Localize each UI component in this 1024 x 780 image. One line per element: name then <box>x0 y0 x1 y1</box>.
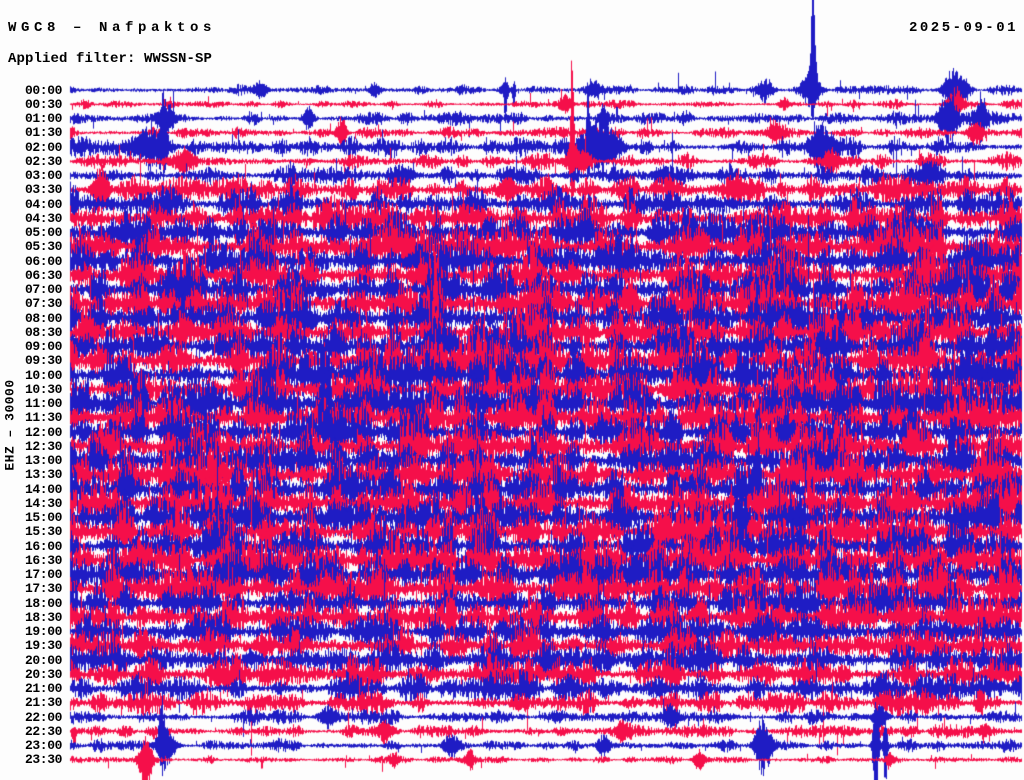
time-label: 22:00 <box>24 709 62 725</box>
time-label: 03:30 <box>24 182 62 198</box>
time-label: 20:30 <box>24 666 62 682</box>
time-label: 16:30 <box>24 552 62 568</box>
time-label: 21:30 <box>24 695 62 711</box>
time-label: 11:30 <box>24 410 62 426</box>
time-label: 03:00 <box>24 168 62 183</box>
time-label: 23:30 <box>24 752 62 768</box>
date-label: 2025-09-01 <box>908 20 1018 36</box>
time-label: 14:30 <box>24 495 62 511</box>
time-label: 11:00 <box>24 396 62 411</box>
time-label: 15:30 <box>24 524 62 540</box>
time-label: 09:00 <box>24 339 62 354</box>
time-label: 01:30 <box>24 125 62 141</box>
time-label: 10:00 <box>24 367 62 383</box>
time-label: 21:00 <box>24 681 62 696</box>
time-label: 22:30 <box>24 723 62 739</box>
time-label: 10:30 <box>24 381 62 397</box>
time-label: 00:00 <box>24 82 62 98</box>
time-label: 13:30 <box>24 467 62 483</box>
time-label: 04:30 <box>24 210 62 226</box>
time-label: 08:30 <box>24 324 62 340</box>
heliplot-page: WGC8 – Nafpaktos Applied filter: WWSSN-S… <box>0 0 1024 780</box>
time-label: 12:00 <box>24 424 62 440</box>
time-label: 12:30 <box>24 438 62 454</box>
time-label: 23:00 <box>24 738 62 753</box>
time-label: 07:30 <box>24 296 62 312</box>
time-label: 07:00 <box>24 282 62 297</box>
time-label: 09:30 <box>24 353 62 369</box>
time-label: 06:00 <box>24 253 62 269</box>
time-label: 19:30 <box>24 638 62 654</box>
time-axis: 00:00 00:30 01:00 01:30 02:00 02:30 03:00 03:30… <box>0 0 64 780</box>
time-label: 16:00 <box>24 538 62 554</box>
time-label: 18:00 <box>24 595 62 611</box>
time-label: 18:30 <box>24 609 62 625</box>
time-label: 06:30 <box>24 267 62 283</box>
time-label: 02:00 <box>24 139 62 155</box>
time-label: 17:30 <box>24 581 62 597</box>
time-label: 13:00 <box>24 453 62 468</box>
time-label: 01:00 <box>24 111 62 126</box>
time-label: 17:00 <box>24 567 62 582</box>
time-label: 02:30 <box>24 153 62 169</box>
time-label: 20:00 <box>24 652 62 668</box>
time-label: 05:00 <box>24 225 62 240</box>
time-label: 08:00 <box>24 310 62 326</box>
time-label: 04:00 <box>24 196 62 212</box>
seismogram-canvas <box>0 0 1024 780</box>
time-label: 15:00 <box>24 510 62 525</box>
time-label: 00:30 <box>24 96 62 112</box>
time-label: 19:00 <box>24 624 62 639</box>
time-label: 05:30 <box>24 239 62 255</box>
time-label: 14:00 <box>24 481 62 497</box>
